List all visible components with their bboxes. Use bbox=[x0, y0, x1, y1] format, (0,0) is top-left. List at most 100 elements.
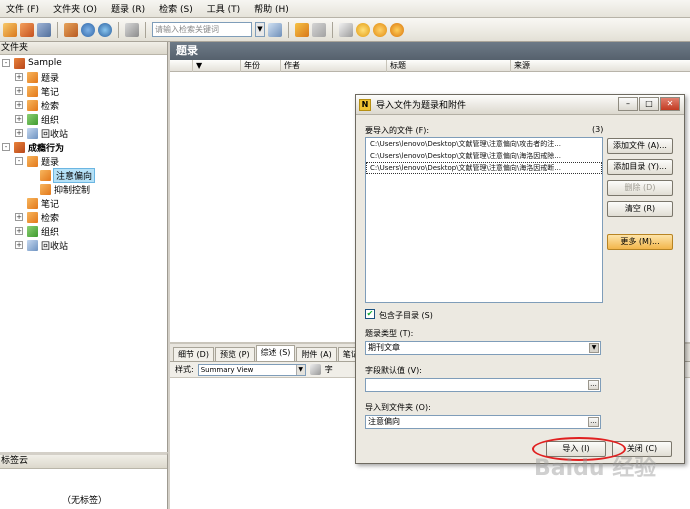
tree-item[interactable]: + 笔记 bbox=[15, 84, 59, 98]
file-list-item[interactable]: C:\Users\lenovo\Desktop\文献管理\注意偏向\海洛因戒除.… bbox=[366, 150, 602, 162]
files-label: 要导入的文件 (F): bbox=[365, 126, 430, 135]
read-icon[interactable] bbox=[390, 22, 404, 37]
tree-item[interactable]: + 组织 bbox=[15, 224, 59, 238]
tab-details[interactable]: 细节 (D) bbox=[173, 347, 214, 361]
close-icon[interactable]: ✕ bbox=[660, 97, 680, 111]
menu-file[interactable]: 文件 (F) bbox=[6, 2, 39, 15]
folder-icon bbox=[27, 71, 38, 83]
tag-icon[interactable] bbox=[312, 22, 326, 37]
tree-item[interactable]: - 题录 bbox=[15, 154, 59, 168]
reference-type-select[interactable]: 期刊文章 ▼ bbox=[365, 341, 601, 355]
tag-cloud-title: 标签云 bbox=[0, 455, 167, 469]
globe-icon[interactable] bbox=[98, 22, 112, 37]
add-directory-button[interactable]: 添加目录 (Y)... bbox=[607, 159, 673, 175]
tab-preview[interactable]: 预览 (P) bbox=[214, 347, 255, 361]
menu-tools[interactable]: 工具 (T) bbox=[207, 2, 240, 15]
tree-item[interactable]: + 检索 bbox=[15, 98, 59, 112]
add-file-button[interactable]: 添加文件 (A)... bbox=[607, 138, 673, 154]
tree-item[interactable]: 抑制控制 bbox=[28, 182, 90, 196]
expand-icon[interactable]: + bbox=[15, 115, 23, 123]
menu-search[interactable]: 检索 (S) bbox=[159, 2, 193, 15]
tree-item[interactable]: + 回收站 bbox=[15, 126, 68, 140]
expand-icon[interactable]: + bbox=[15, 101, 23, 109]
field-default-input[interactable]: ... bbox=[365, 378, 601, 392]
save-icon[interactable] bbox=[37, 22, 51, 37]
column-year[interactable]: 年份 bbox=[240, 60, 284, 72]
tree-item[interactable]: - 成瘾行为 bbox=[2, 140, 64, 154]
expand-icon[interactable]: + bbox=[15, 227, 23, 235]
expand-icon[interactable]: + bbox=[15, 87, 23, 95]
column-sort-icon[interactable]: ▼ bbox=[192, 60, 214, 72]
tree-item-label: 组织 bbox=[41, 115, 60, 126]
tab-attachments[interactable]: 附件 (A) bbox=[296, 347, 337, 361]
toolbar: 请输入检索关键词 ▼ bbox=[0, 18, 690, 42]
new-library-icon[interactable] bbox=[3, 22, 17, 37]
expand-icon[interactable]: + bbox=[15, 213, 23, 221]
column-icon-header[interactable] bbox=[170, 60, 192, 72]
maximize-icon[interactable]: □ bbox=[639, 97, 659, 111]
folder-icon bbox=[27, 99, 38, 111]
ellipsis-icon[interactable]: ... bbox=[588, 380, 599, 390]
clear-button[interactable]: 清空 (R) bbox=[607, 201, 673, 217]
expand-icon[interactable]: + bbox=[15, 241, 23, 249]
no-tags-text: （无标签） bbox=[62, 496, 108, 506]
toolbar-separator bbox=[288, 21, 289, 38]
expand-icon[interactable]: + bbox=[15, 73, 23, 81]
tree-item[interactable]: + 组织 bbox=[15, 112, 59, 126]
reference-type-value: 期刊文章 bbox=[368, 343, 400, 352]
folder-icon bbox=[27, 155, 38, 167]
ellipsis-icon[interactable]: ... bbox=[588, 417, 599, 427]
menu-reference[interactable]: 题录 (R) bbox=[111, 2, 145, 15]
reference-panel-title: 题录 bbox=[170, 42, 690, 60]
minimize-icon[interactable]: – bbox=[618, 97, 638, 111]
style-edit-icon[interactable] bbox=[309, 364, 321, 375]
collapse-icon[interactable]: - bbox=[15, 157, 23, 165]
chevron-down-icon[interactable]: ▼ bbox=[589, 343, 599, 353]
tree-item[interactable]: 注意偏向 bbox=[28, 167, 96, 183]
menu-help[interactable]: 帮助 (H) bbox=[254, 2, 289, 15]
column-author[interactable]: 作者 bbox=[280, 60, 386, 72]
filter-icon[interactable] bbox=[268, 22, 282, 37]
expand-icon[interactable]: + bbox=[15, 129, 23, 137]
import-icon[interactable] bbox=[64, 22, 78, 37]
tree-item[interactable]: + 题录 bbox=[15, 70, 59, 84]
tree-item[interactable]: + 回收站 bbox=[15, 238, 68, 252]
tree-item[interactable]: 笔记 bbox=[15, 196, 59, 210]
chevron-down-icon[interactable]: ▼ bbox=[295, 364, 305, 375]
file-list-item[interactable]: C:\Users\lenovo\Desktop\文献管理\注意偏向\攻击者的注.… bbox=[366, 138, 602, 150]
target-folder-input[interactable]: 注意偏向 ... bbox=[365, 415, 601, 429]
print-icon[interactable] bbox=[125, 22, 139, 37]
style-select[interactable]: Summary View ▼ bbox=[197, 363, 306, 376]
column-title[interactable]: 标题 bbox=[386, 60, 510, 72]
attachment-icon[interactable] bbox=[373, 22, 387, 37]
tree-item-label: 抑制控制 bbox=[54, 185, 91, 196]
tree-item[interactable]: - Sample bbox=[2, 56, 62, 70]
toolbar-separator bbox=[57, 21, 58, 38]
tree-item-label: 回收站 bbox=[41, 241, 69, 252]
dialog-titlebar[interactable]: N 导入文件为题录和附件 – □ ✕ bbox=[356, 95, 684, 115]
column-source[interactable]: 来源 bbox=[510, 60, 690, 72]
search-dropdown-icon[interactable]: ▼ bbox=[255, 22, 265, 37]
search-input[interactable]: 请输入检索关键词 bbox=[152, 22, 252, 37]
style-extra-label: 字 bbox=[324, 365, 333, 374]
tree-item[interactable]: + 检索 bbox=[15, 210, 59, 224]
folder-panel-title: 文件夹 bbox=[0, 42, 167, 55]
include-subdirs-checkbox[interactable]: ✔ bbox=[365, 309, 375, 319]
star-icon[interactable] bbox=[356, 22, 370, 37]
collapse-icon[interactable]: - bbox=[2, 59, 10, 67]
file-list-item[interactable]: C:\Users\lenovo\Desktop\文献管理\注意偏向\海洛因戒断.… bbox=[366, 162, 602, 174]
tree-item-label: Sample bbox=[28, 58, 62, 68]
file-list[interactable]: C:\Users\lenovo\Desktop\文献管理\注意偏向\攻击者的注.… bbox=[365, 137, 603, 303]
collapse-icon[interactable]: - bbox=[2, 143, 10, 151]
flag-icon[interactable] bbox=[295, 22, 309, 37]
more-button[interactable]: 更多 (M)... bbox=[607, 234, 673, 250]
toolbar-separator bbox=[332, 21, 333, 38]
tree-item-label: 检索 bbox=[41, 101, 60, 112]
menu-folder[interactable]: 文件夹 (O) bbox=[53, 2, 97, 15]
note-icon[interactable] bbox=[339, 22, 353, 37]
delete-button[interactable]: 删除 (D) bbox=[607, 180, 673, 196]
online-search-icon[interactable] bbox=[81, 22, 95, 37]
target-folder-value: 注意偏向 bbox=[368, 417, 400, 426]
open-library-icon[interactable] bbox=[20, 22, 34, 37]
tab-summary[interactable]: 综述 (S) bbox=[255, 345, 296, 361]
